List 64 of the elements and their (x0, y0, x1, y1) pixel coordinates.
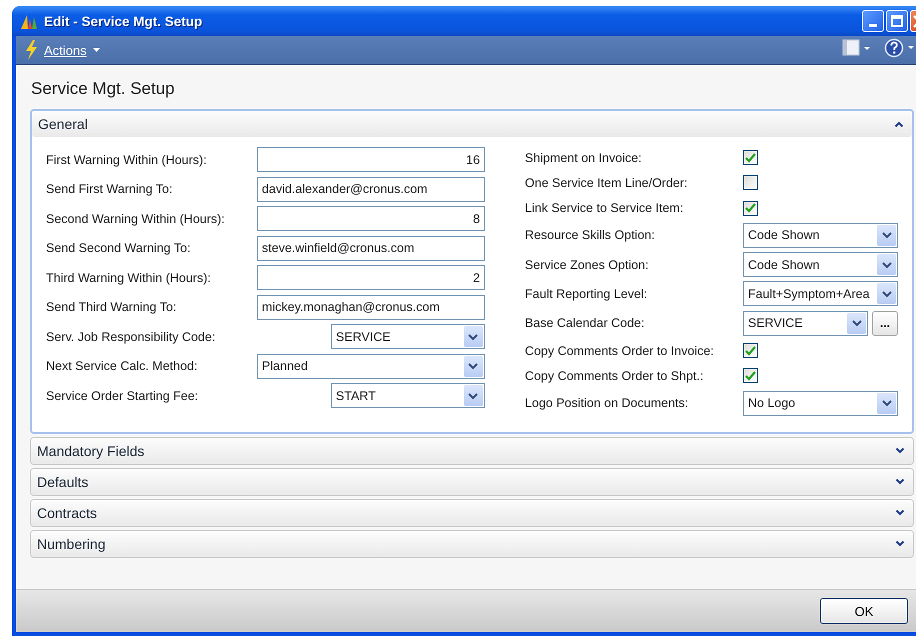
checkbox[interactable] (743, 150, 758, 165)
fasttab-title: Numbering (37, 536, 106, 552)
maximize-button[interactable] (886, 10, 908, 32)
field-label: Base Calendar Code: (524, 316, 644, 330)
field-label: Third Warning Within (Hours): (46, 270, 211, 284)
caret-icon (92, 48, 100, 52)
expand-icon[interactable] (895, 509, 905, 516)
field-label: Next Service Calc. Method: (46, 359, 198, 373)
input-field[interactable]: david.alexander@cronus.com (256, 176, 485, 202)
fasttab-header[interactable]: Mandatory Fields (31, 438, 913, 464)
field-label: Resource Skills Option: (524, 228, 655, 242)
checkbox[interactable] (743, 343, 758, 358)
field-label: Serv. Job Responsibility Code: (46, 330, 216, 344)
checkbox[interactable] (743, 368, 758, 384)
maximize-icon (891, 15, 903, 27)
field-label: Service Order Starting Fee: (46, 388, 198, 402)
input-field[interactable]: steve.winfield@cronus.com (256, 236, 485, 260)
field-label: Second Warning Within (Hours): (46, 212, 225, 226)
field-label: Send First Warning To: (46, 182, 172, 196)
window-title: Edit - Service Mgt. Setup (44, 14, 202, 28)
lookup-button[interactable]: ... (872, 310, 898, 336)
expand-icon[interactable] (895, 478, 905, 486)
input-field[interactable]: 2 (256, 265, 485, 290)
field-label: Fault Reporting Level: (524, 286, 648, 301)
dropdown-field[interactable]: No Logo (743, 390, 898, 416)
fasttab-header[interactable]: Contracts (31, 500, 913, 526)
fasttab-title: General (38, 116, 88, 132)
checkbox[interactable] (743, 175, 758, 190)
field-label: Copy Comments Order to Invoice: (524, 344, 714, 358)
fasttab-title: Mandatory Fields (37, 442, 144, 459)
field-label: Send Third Warning To: (46, 300, 176, 314)
page-title: Service Mgt. Setup (31, 79, 176, 99)
field-label: First Warning Within (Hours): (46, 152, 207, 166)
field-label: Service Zones Option: (524, 258, 649, 272)
actions-menu[interactable]: Actions (24, 40, 100, 60)
field-label: Send Second Warning To: (46, 241, 191, 255)
dropdown-field[interactable]: SERVICE (743, 310, 868, 336)
fasttab-title: Defaults (37, 474, 88, 490)
input-field[interactable]: 16 (256, 147, 485, 172)
field-label: Copy Comments Order to Shpt.: (524, 368, 704, 383)
fasttab-title: Contracts (37, 504, 97, 521)
fasttab-header[interactable]: Numbering (31, 530, 913, 557)
input-field[interactable]: mickey.monaghan@cronus.com (256, 294, 485, 320)
minimize-icon (869, 24, 877, 26)
collapse-icon[interactable] (894, 120, 904, 128)
dropdown-field[interactable]: START (330, 383, 485, 408)
field-label: Logo Position on Documents: (524, 396, 688, 410)
field-label: Shipment on Invoice: (524, 150, 642, 164)
dropdown-field[interactable]: Fault+Symptom+Area (743, 281, 898, 306)
dropdown-field[interactable]: Planned (256, 354, 485, 378)
expand-icon[interactable] (895, 447, 905, 454)
ok-button[interactable]: OK (820, 598, 908, 624)
field-label: Link Service to Service Item: (524, 201, 684, 216)
fasttab-header[interactable]: Defaults (31, 468, 913, 495)
minimize-button[interactable] (862, 10, 884, 32)
input-field[interactable]: 8 (256, 206, 485, 231)
fasttab-header[interactable]: General (32, 111, 912, 137)
dropdown-field[interactable]: SERVICE (330, 324, 485, 349)
expand-icon[interactable] (895, 540, 905, 548)
dropdown-field[interactable]: Code Shown (743, 252, 898, 278)
field-label: One Service Item Line/Order: (524, 176, 688, 190)
checkbox[interactable] (743, 200, 758, 216)
dropdown-field[interactable]: Code Shown (743, 222, 898, 248)
lightning-icon (24, 40, 38, 60)
